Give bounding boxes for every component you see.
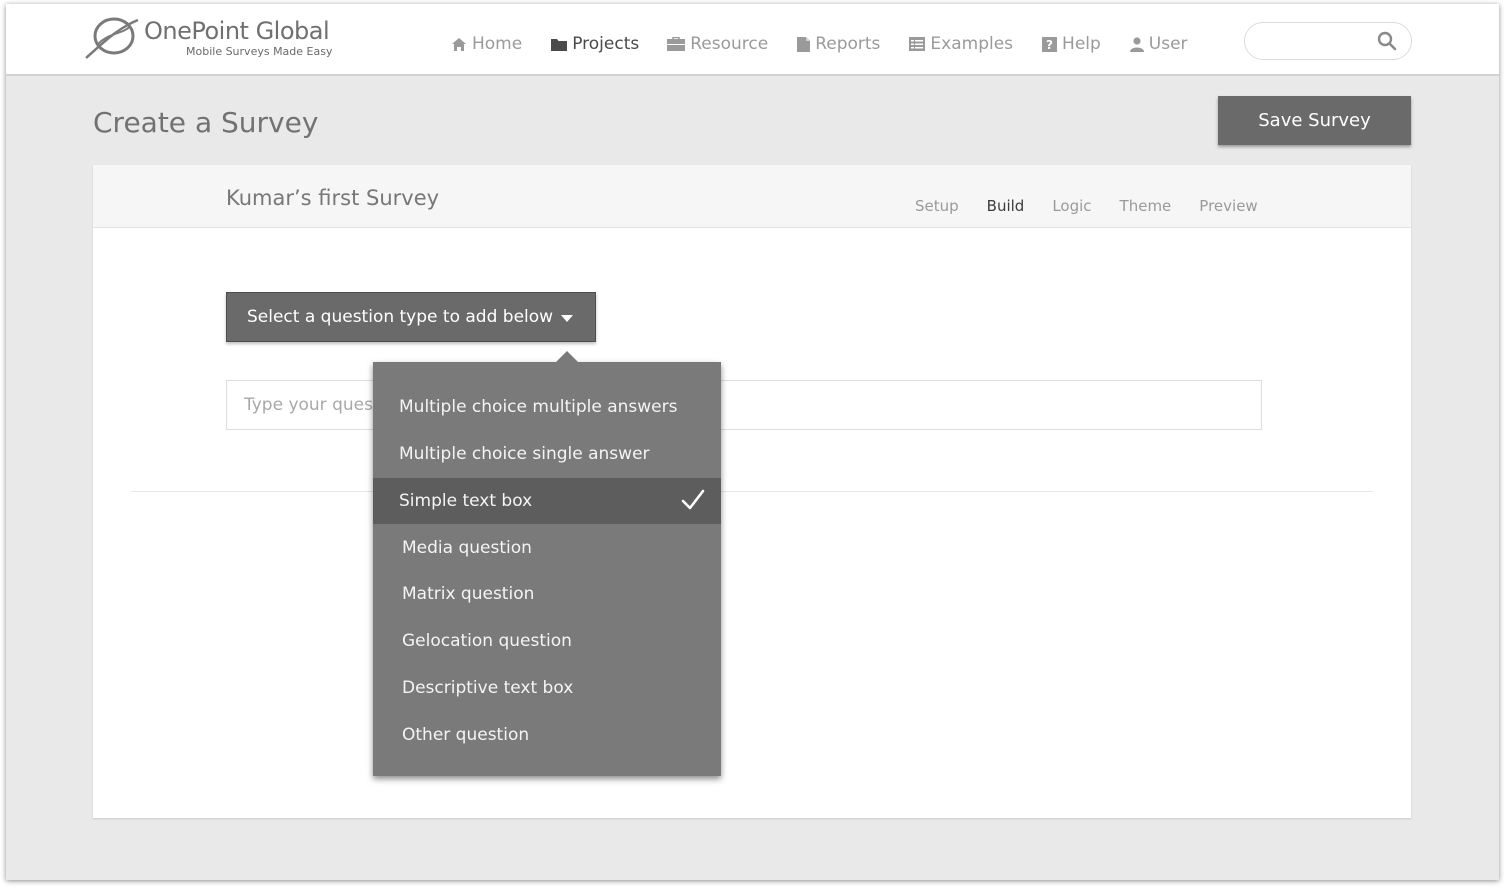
nav-item-label: Help bbox=[1062, 34, 1101, 54]
survey-builder-card: Kumar’s first Survey Setup Build Logic T… bbox=[93, 165, 1411, 818]
nav-item-examples[interactable]: Examples bbox=[909, 34, 1013, 54]
main-nav: Home Projects Resource Reports Examples … bbox=[451, 34, 1188, 54]
menu-item-label: Matrix question bbox=[402, 584, 535, 604]
nav-item-resource[interactable]: Resource bbox=[667, 34, 768, 54]
question-type-label: Select a question type to add below bbox=[247, 307, 554, 327]
nav-item-projects[interactable]: Projects bbox=[551, 34, 639, 54]
question-type-dropdown-button[interactable]: Select a question type to add below bbox=[226, 292, 596, 342]
home-icon bbox=[452, 37, 466, 51]
tab-theme[interactable]: Theme bbox=[1120, 197, 1172, 215]
nav-item-help[interactable]: ? Help bbox=[1042, 34, 1101, 54]
nav-item-label: Examples bbox=[930, 34, 1014, 54]
nav-item-label: Projects bbox=[572, 34, 640, 54]
caret-down-icon bbox=[561, 315, 573, 322]
checkmark-icon bbox=[681, 489, 705, 510]
globe-logo-icon bbox=[85, 17, 139, 59]
menu-item-simple-text-box[interactable]: Simple text box bbox=[373, 478, 721, 524]
list-icon bbox=[909, 37, 926, 51]
menu-item-descriptive-text-box[interactable]: Descriptive text box bbox=[373, 665, 721, 711]
search-input[interactable] bbox=[1259, 31, 1369, 51]
app-window: OnePoint Global Mobile Surveys Made Easy… bbox=[6, 4, 1499, 880]
menu-pointer bbox=[556, 351, 578, 362]
nav-item-label: User bbox=[1148, 34, 1188, 54]
save-survey-button[interactable]: Save Survey bbox=[1218, 96, 1411, 145]
tab-build[interactable]: Build bbox=[987, 197, 1025, 215]
folder-icon bbox=[551, 38, 568, 51]
menu-item-label: Simple text box bbox=[399, 491, 533, 511]
nav-item-reports[interactable]: Reports bbox=[797, 34, 880, 54]
top-navigation-bar: OnePoint Global Mobile Surveys Made Easy… bbox=[6, 4, 1499, 76]
nav-item-user[interactable]: User bbox=[1129, 34, 1188, 54]
svg-text:?: ? bbox=[1046, 38, 1053, 52]
brand-tagline: Mobile Surveys Made Easy bbox=[186, 45, 333, 58]
menu-item-label: Other question bbox=[402, 725, 530, 745]
menu-item-geolocation-question[interactable]: Gelocation question bbox=[373, 618, 721, 664]
search-icon[interactable] bbox=[1377, 31, 1397, 51]
tab-logic[interactable]: Logic bbox=[1052, 197, 1091, 215]
page-title: Create a Survey bbox=[93, 106, 319, 139]
menu-item-media-question[interactable]: Media question bbox=[373, 525, 721, 571]
briefcase-icon bbox=[667, 37, 686, 51]
search-box bbox=[1244, 22, 1412, 60]
menu-item-label: Multiple choice single answer bbox=[399, 444, 650, 464]
tab-setup[interactable]: Setup bbox=[915, 197, 959, 215]
question-type-menu: Multiple choice multiple answers Multipl… bbox=[373, 351, 721, 776]
nav-item-label: Home bbox=[472, 34, 523, 54]
menu-item-label: Gelocation question bbox=[402, 631, 572, 651]
section-divider bbox=[131, 491, 1373, 492]
document-icon bbox=[797, 36, 811, 52]
help-icon: ? bbox=[1042, 36, 1058, 52]
menu-item-label: Media question bbox=[402, 538, 532, 558]
brand-logo[interactable]: OnePoint Global Mobile Surveys Made Easy bbox=[84, 14, 334, 64]
menu-item-matrix-question[interactable]: Matrix question bbox=[373, 571, 721, 617]
brand-name: OnePoint Global bbox=[144, 17, 330, 45]
tab-preview[interactable]: Preview bbox=[1199, 197, 1257, 215]
menu-item-label: Multiple choice multiple answers bbox=[399, 397, 678, 417]
nav-item-home[interactable]: Home bbox=[451, 34, 522, 54]
survey-tabs: Setup Build Logic Theme Preview bbox=[915, 197, 1286, 215]
menu-item-label: Descriptive text box bbox=[402, 678, 574, 698]
nav-item-label: Reports bbox=[815, 34, 881, 54]
nav-item-label: Resource bbox=[690, 34, 769, 54]
survey-header: Kumar’s first Survey Setup Build Logic T… bbox=[93, 165, 1411, 228]
menu-item-multiple-choice-single[interactable]: Multiple choice single answer bbox=[373, 431, 721, 477]
menu-item-multiple-choice-multiple[interactable]: Multiple choice multiple answers bbox=[373, 384, 721, 430]
menu-item-other-question[interactable]: Other question bbox=[373, 712, 721, 758]
survey-name: Kumar’s first Survey bbox=[226, 186, 440, 210]
user-icon bbox=[1129, 36, 1144, 52]
